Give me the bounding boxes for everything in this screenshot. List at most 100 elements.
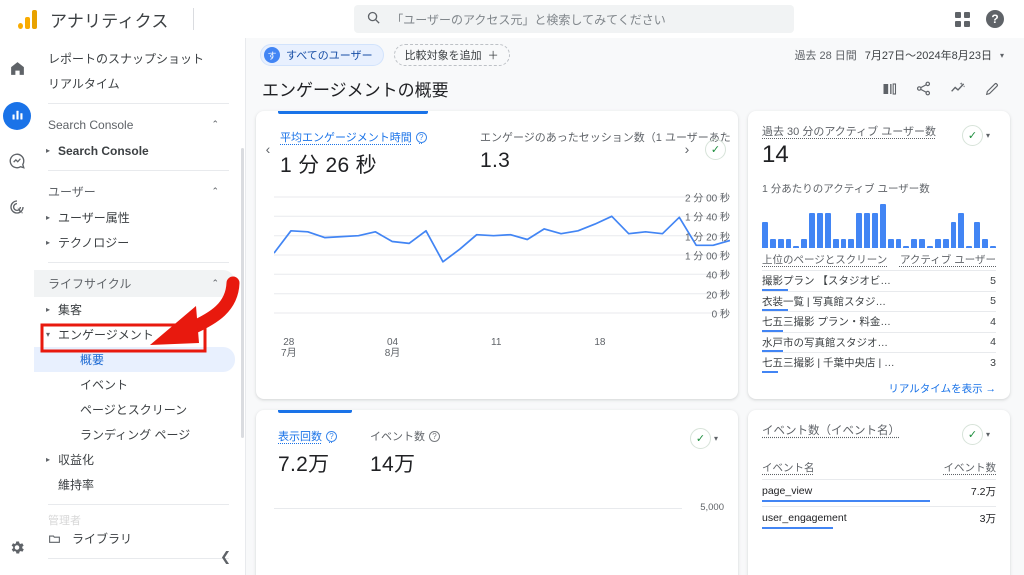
brand[interactable]: アナリティクス xyxy=(12,7,194,32)
share-icon[interactable] xyxy=(915,80,932,97)
views-status-wrap: ✓ ▾ xyxy=(685,426,724,450)
realtime-status-menu[interactable]: ✓ ▾ xyxy=(957,123,996,147)
realtime-bar xyxy=(958,212,965,248)
sidebar-item-Search-Console[interactable]: ▸ Search Console xyxy=(34,138,235,163)
realtime-bar xyxy=(809,212,816,248)
compare-view-icon[interactable] xyxy=(881,81,898,97)
sidebar-item-テクノロジー[interactable]: ▸ テクノロジー xyxy=(34,230,235,255)
check-circle-icon: ✓ xyxy=(961,124,983,146)
realtime-bar xyxy=(817,212,823,248)
metric-label-text: イベント数 xyxy=(370,431,425,443)
realtime-page-name: 七五三撮影 プラン・料金… xyxy=(762,316,891,329)
main-content: す すべてのユーザー 比較対象を追加 ＋ 過去 28 日間 7月27日〜2024… xyxy=(246,38,1024,575)
check-circle-icon[interactable]: ✓ xyxy=(705,139,726,160)
nav-section-6[interactable]: ユーザー ⌃ xyxy=(34,178,235,205)
help-icon[interactable]: ? xyxy=(986,10,1004,28)
help-tooltip-icon[interactable]: ? xyxy=(415,131,427,143)
sidebar-item-label: テクノロジー xyxy=(58,236,130,250)
chevron-right-icon[interactable]: ▸ xyxy=(46,146,58,155)
sidebar-item-イベント[interactable]: イベント xyxy=(34,372,235,397)
sidebar-item-ライブラリ[interactable]: ライブラリ xyxy=(34,526,235,551)
event-count: 7.2万 xyxy=(970,485,996,498)
rail-item-advertising[interactable] xyxy=(3,194,31,222)
edit-pencil-icon[interactable] xyxy=(984,81,1000,97)
realtime-bar xyxy=(777,239,784,248)
chevron-right-icon[interactable]: ▸ xyxy=(46,455,58,464)
chevron-up-icon[interactable]: ⌃ xyxy=(211,186,219,197)
chevron-right-icon[interactable]: ▸ xyxy=(46,213,58,222)
add-comparison-chip[interactable]: 比較対象を追加 ＋ xyxy=(393,44,510,66)
search-input[interactable]: 「ユーザーのアクセス元」と検索してみてください xyxy=(354,5,795,33)
realtime-bar xyxy=(966,246,973,248)
nav-divider xyxy=(48,103,229,104)
event-row[interactable]: user_engagement 3万 xyxy=(762,506,996,529)
library-folder-icon xyxy=(48,532,64,545)
events-status-menu[interactable]: ✓ ▾ xyxy=(957,422,996,446)
rail-item-explore[interactable] xyxy=(3,148,31,176)
realtime-page-name: 撮影プラン 【スタジオビ… xyxy=(762,275,891,288)
realtime-row[interactable]: 七五三撮影 | 千葉中央店 | … 3 xyxy=(762,352,996,373)
event-count-card: イベント数（イベント名） ✓ ▾ イベント名 イベント数 page_view7 xyxy=(748,410,1010,575)
y-tick-label: 20 秒 xyxy=(706,290,730,302)
apps-grid-icon[interactable] xyxy=(955,11,970,27)
sidebar-item-リアルタイム[interactable]: リアルタイム xyxy=(34,71,235,96)
gear-icon[interactable] xyxy=(9,539,26,559)
metric-label: エンゲージのあったセッション数（1 ユーザーあた xyxy=(480,129,731,145)
realtime-bar xyxy=(982,239,988,248)
rail-item-home[interactable] xyxy=(3,56,31,84)
realtime-row[interactable]: 衣装一覧 | 写真館スタジ… 5 xyxy=(762,290,996,311)
chevron-up-icon[interactable]: ⌃ xyxy=(211,278,219,289)
sidebar-item-維持率[interactable]: 維持率 xyxy=(34,472,235,497)
metric-value: 7.2万 xyxy=(278,453,330,476)
sidebar-scrollbar[interactable] xyxy=(241,148,244,438)
event-row-bar xyxy=(762,526,833,529)
help-tooltip-icon[interactable]: ? xyxy=(326,430,337,442)
arrow-right-icon: → xyxy=(985,382,997,395)
metric-next-button[interactable]: › xyxy=(675,127,699,157)
help-tooltip-icon[interactable]: ? xyxy=(429,430,440,442)
sidebar-item-ランディング-ページ[interactable]: ランディング ページ xyxy=(34,422,235,447)
date-range-picker[interactable]: 過去 28 日間 7月27日〜2024年8月23日 ▾ xyxy=(794,47,1010,63)
nav-section-10[interactable]: ライフサイクル ⌃ xyxy=(34,270,235,297)
realtime-row[interactable]: 七五三撮影 プラン・料金… 4 xyxy=(762,311,996,332)
google-analytics-logo-icon xyxy=(18,9,40,29)
metric-engaged-sessions[interactable]: エンゲージのあったセッション数（1 ユーザーあた 1.3 xyxy=(480,127,731,173)
metric-views[interactable]: 表示回数 ? 7.2万 xyxy=(278,426,370,478)
sidebar-item-エンゲージメント[interactable]: ▾ エンゲージメント xyxy=(34,322,235,347)
sidebar-item-概要[interactable]: 概要 xyxy=(34,347,235,372)
realtime-row[interactable]: 水戸市の写真館スタジオ… 4 xyxy=(762,331,996,352)
metric-prev-button[interactable]: ‹ xyxy=(256,127,280,157)
sidebar-item-レポートのスナップショット[interactable]: レポートのスナップショット xyxy=(34,46,235,71)
metric-avg-engagement-time[interactable]: 平均エンゲージメント時間 ? 1 分 26 秒 xyxy=(280,127,480,179)
nav-section-3[interactable]: Search Console ⌃ xyxy=(34,111,235,138)
views-status-menu[interactable]: ✓ ▾ xyxy=(685,426,724,450)
chevron-down-icon[interactable]: ▾ xyxy=(46,330,58,339)
audience-chip[interactable]: す すべてのユーザー xyxy=(260,44,384,66)
chevron-right-icon[interactable]: ▸ xyxy=(46,238,58,247)
insights-icon[interactable] xyxy=(949,80,967,97)
search-icon xyxy=(366,10,381,28)
realtime-row[interactable]: 撮影プラン 【スタジオビ… 5 xyxy=(762,270,996,291)
realtime-page-name: 七五三撮影 | 千葉中央店 | … xyxy=(762,357,895,370)
chevron-left-icon[interactable]: ❮ xyxy=(220,549,231,565)
event-table-header: イベント名 イベント数 xyxy=(762,460,996,475)
realtime-bar-chart xyxy=(762,202,996,248)
view-realtime-label: リアルタイムを表示 xyxy=(888,382,983,395)
event-row[interactable]: page_view 7.2万 xyxy=(762,479,996,502)
sidebar-item-集客[interactable]: ▸ 集客 xyxy=(34,297,235,322)
sidebar-item-label: ページとスクリーン xyxy=(80,403,188,417)
sidebar-item-ユーザー属性[interactable]: ▸ ユーザー属性 xyxy=(34,205,235,230)
page-title: エンゲージメントの概要 xyxy=(262,81,449,100)
add-comparison-label: 比較対象を追加 xyxy=(404,50,482,62)
sidebar-item-label: 概要 xyxy=(80,353,105,367)
realtime-col-page: 上位のページとスクリーン xyxy=(762,254,888,266)
rail-item-reports[interactable] xyxy=(3,102,31,130)
metric-event-count[interactable]: イベント数 ? 14万 xyxy=(370,426,480,478)
chevron-up-icon[interactable]: ⌃ xyxy=(211,119,219,130)
target-cursor-icon xyxy=(8,198,26,219)
sidebar-item-収益化[interactable]: ▸ 収益化 xyxy=(34,447,235,472)
sidebar-item-ページとスクリーン[interactable]: ページとスクリーン xyxy=(34,397,235,422)
chevron-right-icon[interactable]: ▸ xyxy=(46,305,58,314)
view-realtime-link[interactable]: リアルタイムを表示 → xyxy=(762,373,996,396)
nav-section-label: ライフサイクル xyxy=(48,277,132,291)
